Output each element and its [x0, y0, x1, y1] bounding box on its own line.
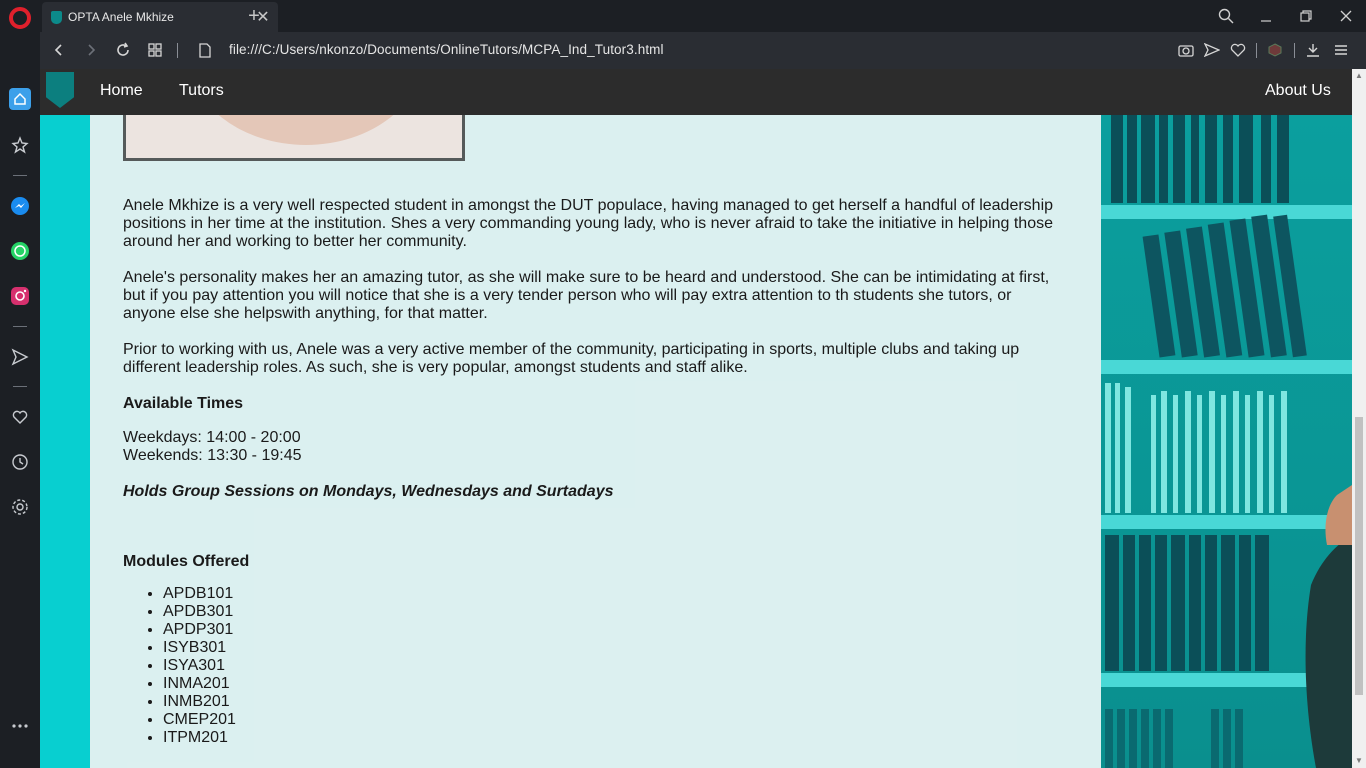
tab-grid-icon[interactable]	[143, 38, 167, 62]
book-spines-graphic	[1105, 115, 1352, 768]
back-icon[interactable]	[47, 38, 71, 62]
close-window-icon[interactable]	[1333, 3, 1359, 29]
bio-paragraph: Prior to working with us, Anele was a ve…	[123, 341, 1020, 376]
weekdays-times: Weekdays: 14:00 - 20:00	[123, 429, 301, 446]
bio-paragraph: Anele's personality makes her an amazing…	[123, 269, 1050, 322]
nav-tutors-link[interactable]: Tutors	[179, 82, 224, 100]
modules-heading: Modules Offered	[123, 553, 250, 570]
browser-sidebar	[0, 0, 40, 768]
forward-icon[interactable]	[79, 38, 103, 62]
nav-home-link[interactable]: Home	[100, 82, 143, 100]
module-item: APDB101	[163, 585, 236, 603]
instagram-icon[interactable]	[8, 284, 32, 308]
sidebar-divider	[13, 386, 27, 387]
easy-setup-menu-icon[interactable]	[1330, 39, 1352, 61]
settings-gear-icon[interactable]	[8, 495, 32, 519]
snapshot-camera-icon[interactable]	[1175, 39, 1197, 61]
weekends-times: Weekends: 13:30 - 19:45	[123, 447, 302, 464]
bookshelf-background-image	[1101, 115, 1352, 768]
sidebar-divider	[13, 326, 27, 327]
send-icon[interactable]	[8, 345, 32, 369]
tab-favicon-icon	[51, 10, 62, 24]
home-icon[interactable]	[9, 88, 31, 110]
address-divider	[1294, 43, 1295, 58]
address-url[interactable]: file:///C:/Users/nkonzo/Documents/Online…	[229, 42, 664, 57]
reload-icon[interactable]	[111, 38, 135, 62]
scroll-thumb[interactable]	[1355, 417, 1363, 695]
more-icon[interactable]	[8, 714, 32, 738]
downloads-icon[interactable]	[1302, 39, 1324, 61]
page-scrollbar[interactable]: ▲ ▼	[1352, 69, 1366, 768]
module-item: ISYA301	[163, 657, 236, 675]
opta-logo[interactable]	[46, 72, 74, 108]
page-viewport: Anele Mkhize is a very well respected st…	[40, 69, 1352, 768]
history-icon[interactable]	[8, 450, 32, 474]
available-times-heading: Available Times	[123, 395, 244, 412]
opera-logo-icon[interactable]	[9, 7, 31, 29]
group-sessions-note: Holds Group Sessions on Mondays, Wednesd…	[123, 483, 614, 500]
page-file-icon[interactable]	[193, 38, 217, 62]
nav-about-us-link[interactable]: About Us	[1265, 82, 1331, 100]
sidebar-divider	[13, 175, 27, 176]
restore-window-icon[interactable]	[1293, 3, 1319, 29]
scroll-down-arrow-icon[interactable]: ▼	[1355, 757, 1363, 765]
bio-paragraph: Anele Mkhize is a very well respected st…	[123, 197, 1054, 250]
address-divider	[177, 43, 178, 58]
bookmark-heart-icon[interactable]	[1227, 39, 1249, 61]
messenger-icon[interactable]	[8, 194, 32, 218]
new-tab-icon[interactable]: +	[242, 4, 266, 28]
address-bar-row: file:///C:/Users/nkonzo/Documents/Online…	[40, 32, 1366, 69]
address-divider	[1256, 43, 1257, 58]
whatsapp-icon[interactable]	[8, 239, 32, 263]
module-item: ISYB301	[163, 639, 236, 657]
scroll-up-arrow-icon[interactable]: ▲	[1355, 72, 1363, 80]
module-item: APDP301	[163, 621, 236, 639]
minimize-window-icon[interactable]	[1253, 3, 1279, 29]
tab-title: OPTA Anele Mkhize	[68, 10, 174, 24]
module-item: CMEP201	[163, 711, 236, 729]
wallet-cube-icon[interactable]	[1264, 39, 1286, 61]
modules-list: APDB101 APDB301 APDP301 ISYB301 ISYA301 …	[123, 585, 236, 747]
heart-icon[interactable]	[8, 405, 32, 429]
speed-dial-icon[interactable]	[8, 133, 32, 157]
search-tabs-icon[interactable]	[1213, 3, 1239, 29]
module-item: APDB301	[163, 603, 236, 621]
tutor-profile-panel: Anele Mkhize is a very well respected st…	[90, 105, 1101, 768]
module-item: INMA201	[163, 675, 236, 693]
module-item: INMB201	[163, 693, 236, 711]
send-to-flow-icon[interactable]	[1201, 39, 1223, 61]
tab-bar: OPTA Anele Mkhize ✕ +	[40, 0, 1366, 32]
module-item: ITPM201	[163, 729, 236, 747]
site-navbar: Home Tutors About Us	[40, 69, 1352, 115]
